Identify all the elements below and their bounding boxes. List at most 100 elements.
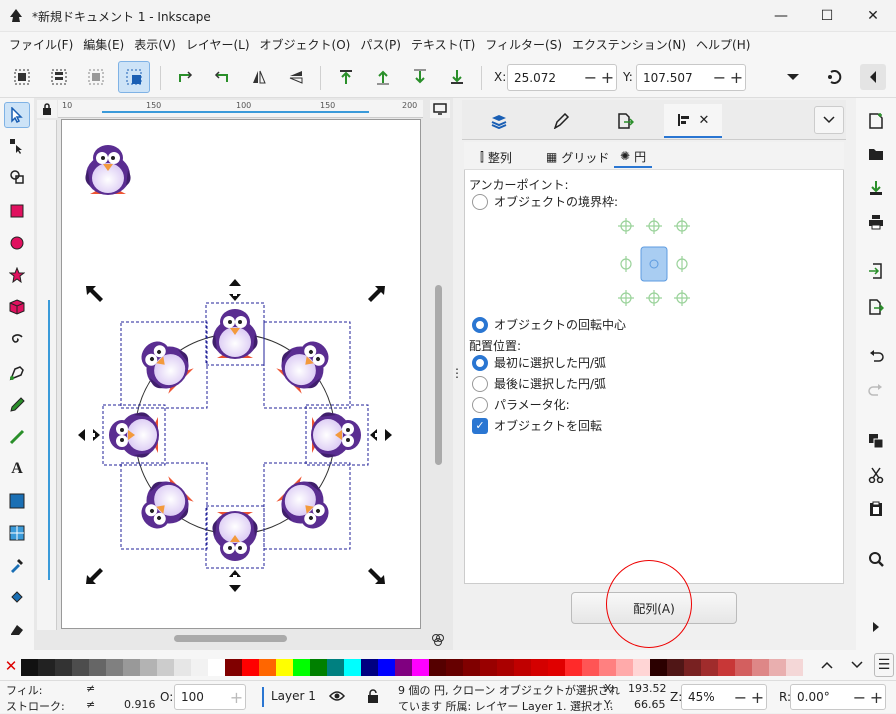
open-folder-icon[interactable]: [863, 141, 889, 167]
color-swatch[interactable]: [752, 659, 769, 676]
bbox-radio[interactable]: [472, 193, 488, 210]
tab-align-distribute[interactable]: ✕: [664, 104, 722, 138]
color-swatch[interactable]: [344, 659, 361, 676]
color-swatch[interactable]: [718, 659, 735, 676]
color-swatch[interactable]: [633, 659, 650, 676]
undo-icon[interactable]: [863, 344, 889, 370]
zoom-icon[interactable]: [863, 546, 889, 572]
copy-icon[interactable]: [863, 428, 889, 454]
color-swatch[interactable]: [616, 659, 633, 676]
rotation-center-option[interactable]: オブジェクトの回転中心: [472, 316, 626, 333]
color-swatch[interactable]: [38, 659, 55, 676]
color-swatch[interactable]: [174, 659, 191, 676]
color-swatch[interactable]: [480, 659, 497, 676]
cut-icon[interactable]: [863, 462, 889, 488]
first-selected-radio[interactable]: [472, 354, 488, 371]
color-swatch[interactable]: [242, 659, 259, 676]
panel-resize-handle[interactable]: ⋮: [451, 363, 463, 383]
color-swatch[interactable]: [446, 659, 463, 676]
rotation-center-radio[interactable]: [472, 316, 488, 333]
color-swatch[interactable]: [599, 659, 616, 676]
import-icon[interactable]: [863, 258, 889, 284]
bbox-option[interactable]: オブジェクトの境界枠:: [472, 193, 618, 210]
stroke-width-value[interactable]: 0.916: [124, 698, 156, 711]
color-swatch[interactable]: [684, 659, 701, 676]
parametric-radio[interactable]: [472, 396, 488, 413]
parametric-option[interactable]: パラメータ化:: [472, 396, 570, 413]
color-swatch[interactable]: [395, 659, 412, 676]
color-swatch[interactable]: [429, 659, 446, 676]
color-swatch[interactable]: [276, 659, 293, 676]
rotation-decrement-button[interactable]: −: [851, 688, 868, 707]
vertical-scrollbar[interactable]: [435, 285, 442, 465]
color-swatch[interactable]: [412, 659, 429, 676]
current-layer[interactable]: Layer 1: [271, 689, 316, 703]
color-swatch[interactable]: [72, 659, 89, 676]
color-swatch[interactable]: [735, 659, 752, 676]
color-swatch[interactable]: [786, 659, 803, 676]
rotate-objects-option[interactable]: ✓ オブジェクトを回転: [472, 417, 602, 434]
export-icon[interactable]: [863, 294, 889, 320]
save-icon[interactable]: [863, 175, 889, 201]
tab-fill-stroke[interactable]: [534, 104, 588, 138]
color-swatch[interactable]: [310, 659, 327, 676]
color-swatch[interactable]: [327, 659, 344, 676]
palette-scroll-up-icon[interactable]: [818, 656, 836, 674]
color-swatch[interactable]: [378, 659, 395, 676]
color-swatch[interactable]: [701, 659, 718, 676]
palette-scroll-down-icon[interactable]: [848, 656, 866, 674]
panel-menu-chevron-down-icon[interactable]: [814, 106, 844, 134]
rotation-spinbox[interactable]: 0.00° − +: [790, 684, 886, 710]
color-swatch[interactable]: [463, 659, 480, 676]
color-swatch[interactable]: [106, 659, 123, 676]
color-swatch[interactable]: [157, 659, 174, 676]
tab-layers[interactable]: [472, 104, 526, 138]
color-swatch[interactable]: [650, 659, 667, 676]
close-tab-icon[interactable]: ✕: [699, 113, 710, 128]
color-swatch[interactable]: [531, 659, 548, 676]
color-swatch[interactable]: [769, 659, 786, 676]
color-swatch[interactable]: [89, 659, 106, 676]
rotation-input[interactable]: 0.00°: [791, 690, 851, 704]
color-swatch[interactable]: [191, 659, 208, 676]
color-swatch[interactable]: [514, 659, 531, 676]
color-swatch[interactable]: [667, 659, 684, 676]
penguin-clones[interactable]: [109, 309, 361, 561]
color-swatch[interactable]: [123, 659, 140, 676]
rotation-increment-button[interactable]: +: [868, 688, 885, 707]
new-document-icon[interactable]: [863, 108, 889, 134]
print-icon[interactable]: [863, 209, 889, 235]
tab-export[interactable]: [598, 104, 652, 138]
eye-icon[interactable]: [328, 687, 346, 705]
subtab-grid[interactable]: ▦ グリッド: [546, 146, 609, 168]
fill-value[interactable]: ≠: [86, 682, 95, 695]
opacity-increment-button[interactable]: +: [228, 688, 245, 707]
no-paint-icon[interactable]: ✕: [3, 657, 19, 675]
color-swatch[interactable]: [208, 659, 225, 676]
rotate-objects-checkbox[interactable]: ✓: [472, 417, 488, 434]
opacity-input[interactable]: 100: [175, 690, 228, 704]
color-swatch[interactable]: [293, 659, 310, 676]
color-swatch[interactable]: [259, 659, 276, 676]
more-arrow-icon[interactable]: [863, 614, 889, 640]
opacity-spinbox[interactable]: 100 +: [174, 684, 246, 710]
stroke-value[interactable]: ≠: [86, 698, 95, 711]
color-swatch[interactable]: [565, 659, 582, 676]
zoom-in-button[interactable]: +: [749, 688, 766, 707]
zoom-out-button[interactable]: −: [732, 688, 749, 707]
last-selected-radio[interactable]: [472, 375, 488, 392]
zoom-input[interactable]: 45%: [682, 690, 732, 704]
zoom-spinbox[interactable]: 45% − +: [681, 684, 767, 710]
color-swatch[interactable]: [21, 659, 38, 676]
color-swatch[interactable]: [548, 659, 565, 676]
color-swatch[interactable]: [497, 659, 514, 676]
lock-icon[interactable]: [364, 687, 382, 705]
subtab-circular[interactable]: ✺ 円: [614, 146, 653, 168]
anchor-grid[interactable]: [614, 214, 694, 310]
first-selected-option[interactable]: 最初に選択した円/弧: [472, 354, 606, 371]
palette-menu-icon[interactable]: ☰: [874, 653, 894, 677]
horizontal-scrollbar[interactable]: [174, 635, 287, 642]
penguin-original[interactable]: [85, 145, 131, 195]
paste-icon[interactable]: [863, 496, 889, 522]
color-manage-icon[interactable]: [428, 632, 448, 648]
